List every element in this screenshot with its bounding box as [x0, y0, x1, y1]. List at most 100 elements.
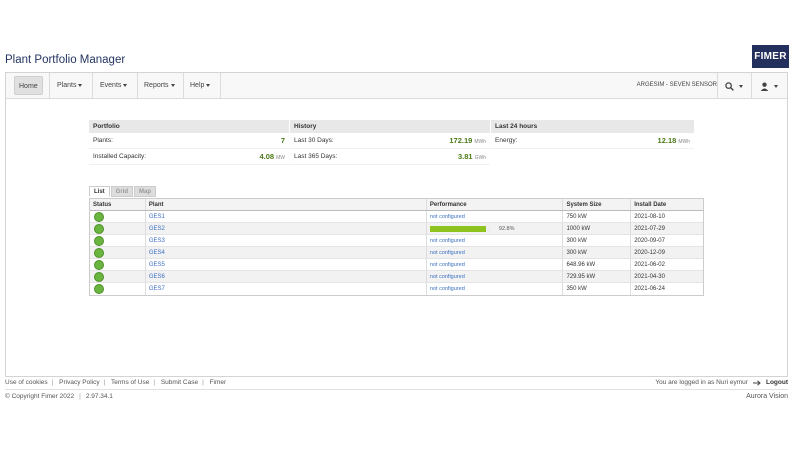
tab-grid[interactable]: Grid: [110, 186, 134, 197]
not-configured-link[interactable]: not configured: [430, 262, 465, 268]
status-ok-icon: [94, 248, 104, 258]
plant-link[interactable]: GES6: [149, 274, 165, 280]
copyright: © Copyright Fimer 2022 | 2.97.34.1: [5, 393, 113, 400]
capacity-unit: MW: [276, 155, 285, 161]
plant-link[interactable]: GES3: [149, 238, 165, 244]
nav-help[interactable]: Help: [186, 76, 214, 95]
tab-map[interactable]: Map: [134, 186, 157, 197]
search-icon: [725, 81, 734, 91]
capacity-value-wrap: 4.08 MW: [260, 149, 286, 166]
plant-link[interactable]: GES1: [149, 214, 165, 220]
nav-divider: [751, 73, 752, 99]
caret-down-icon: [170, 83, 175, 87]
table-row[interactable]: GES2 92.8% 1000 kW 2021-07-29: [90, 223, 703, 235]
install-date-cell: 2021-06-24: [634, 286, 665, 292]
footer-link-privacy[interactable]: Privacy Policy: [59, 379, 99, 386]
plant-cell: GES3: [146, 235, 427, 246]
not-configured-link[interactable]: not configured: [430, 286, 465, 292]
footer-links: Use of cookies | Privacy Policy | Terms of…: [5, 379, 226, 386]
last-30-days-value-wrap: 172.19 MWh: [449, 133, 486, 150]
install-date-cell: 2021-04-30: [634, 274, 665, 280]
nav-help-label: Help: [190, 82, 205, 89]
table-row[interactable]: GES7 not configured 350 kW 2021-06-24: [90, 283, 703, 295]
system-size-cell: 648.96 kW: [563, 259, 632, 270]
plant-link[interactable]: GES2: [149, 226, 165, 232]
portfolio-panel: Portfolio Plants: 7 Installed Capacity: …: [89, 120, 289, 165]
installed-capacity-row: Installed Capacity: 4.08 MW: [89, 149, 289, 165]
last-365-days-row: Last 365 Days: 3.81 GWh: [290, 149, 490, 165]
page-title: Plant Portfolio Manager: [5, 54, 126, 66]
system-size-cell: 350 kW: [563, 283, 632, 295]
not-configured-link[interactable]: not configured: [430, 250, 465, 256]
not-configured-link[interactable]: not configured: [430, 238, 465, 244]
footer-link-terms[interactable]: Terms of Use: [111, 379, 149, 386]
status-cell: [90, 283, 146, 295]
system-size-cell: 300 kW: [563, 235, 632, 246]
not-configured-link[interactable]: not configured: [430, 274, 465, 280]
navbar: Home Plants Events Reports Help ARGESIM …: [6, 73, 787, 99]
plants-label: Plants:: [93, 137, 113, 144]
tab-list[interactable]: List: [89, 186, 110, 197]
nav-divider: [183, 73, 184, 99]
copyright-text: © Copyright Fimer 2022: [5, 393, 75, 400]
col-plant[interactable]: Plant: [146, 199, 427, 210]
not-configured-link[interactable]: not configured: [430, 214, 465, 220]
performance-value: 92.8%: [498, 226, 515, 232]
nav-home-label: Home: [19, 83, 38, 90]
col-status[interactable]: Status: [90, 199, 146, 210]
footer-sep: |: [202, 379, 204, 386]
footer-link-fimer[interactable]: Fimer: [210, 379, 227, 386]
nav-home[interactable]: Home: [14, 76, 43, 95]
table-row[interactable]: GES3 not configured 300 kW 2020-09-07: [90, 235, 703, 247]
status-ok-icon: [94, 284, 104, 294]
plant-cell: GES4: [146, 247, 427, 258]
col-performance[interactable]: Performance: [427, 199, 564, 210]
footer-link-submit-case[interactable]: Submit Case: [161, 379, 198, 386]
last-365-days-value-wrap: 3.81 GWh: [458, 149, 486, 166]
table-body: GES1 not configured 750 kW 2021-08-10 GES2 92…: [90, 211, 703, 295]
capacity-value: 4.08: [259, 152, 275, 161]
plant-link[interactable]: GES7: [149, 286, 165, 292]
status-cell: [90, 211, 146, 222]
plant-cell: GES5: [146, 259, 427, 270]
table-row[interactable]: GES5 not configured 648.96 kW 2021-06-02: [90, 259, 703, 271]
table-row[interactable]: GES1 not configured 750 kW 2021-08-10: [90, 211, 703, 223]
view-tabs: List Grid Map: [89, 186, 157, 197]
nav-divider: [137, 73, 138, 99]
footer-sep: |: [51, 379, 54, 386]
table-row[interactable]: GES6 not configured 729.95 kW 2021-04-30: [90, 271, 703, 283]
brand-text: Aurora Vision: [746, 393, 788, 400]
system-size-cell: 1000 kW: [563, 223, 632, 234]
performance-cell: not configured: [427, 259, 564, 270]
nav-events[interactable]: Events: [96, 76, 131, 95]
nav-plants[interactable]: Plants: [53, 76, 86, 95]
nav-divider: [49, 73, 50, 99]
search-button[interactable]: [725, 80, 743, 92]
col-system-size[interactable]: System Size: [563, 199, 632, 210]
table-header-row: Status Plant Performance System Size Ins…: [90, 199, 703, 211]
plants-count-row: Plants: 7: [89, 133, 289, 149]
plant-link[interactable]: GES4: [149, 250, 165, 256]
install-date-cell: 2020-09-07: [634, 238, 665, 244]
logged-in-text: You are logged in as Nuri eymur: [655, 379, 748, 386]
logout-arrow-icon[interactable]: [752, 379, 761, 386]
status-ok-icon: [94, 236, 104, 246]
history-panel: History Last 30 Days: 172.19 MWh Last 365…: [290, 120, 490, 165]
col-install-date[interactable]: Install Date: [631, 199, 703, 210]
user-menu-button[interactable]: [760, 80, 778, 92]
status-ok-icon: [94, 260, 104, 270]
footer-link-cookies[interactable]: Use of cookies: [5, 379, 48, 386]
last-365-days-value: 3.81: [458, 152, 473, 161]
nav-divider: [717, 73, 718, 99]
table-row[interactable]: GES4 not configured 300 kW 2020-12-09: [90, 247, 703, 259]
plant-link[interactable]: GES5: [149, 262, 165, 268]
nav-reports[interactable]: Reports: [140, 76, 179, 95]
main-frame: Home Plants Events Reports Help ARGESIM …: [5, 72, 788, 377]
nav-reports-label: Reports: [144, 82, 169, 89]
install-date-cell: 2021-08-10: [634, 214, 665, 220]
portfolio-header: Portfolio: [89, 120, 289, 133]
caret-down-icon: [774, 84, 778, 88]
logout-link[interactable]: Logout: [766, 379, 788, 386]
fimer-logo[interactable]: FIMER: [752, 45, 789, 68]
status-ok-icon: [94, 224, 104, 234]
